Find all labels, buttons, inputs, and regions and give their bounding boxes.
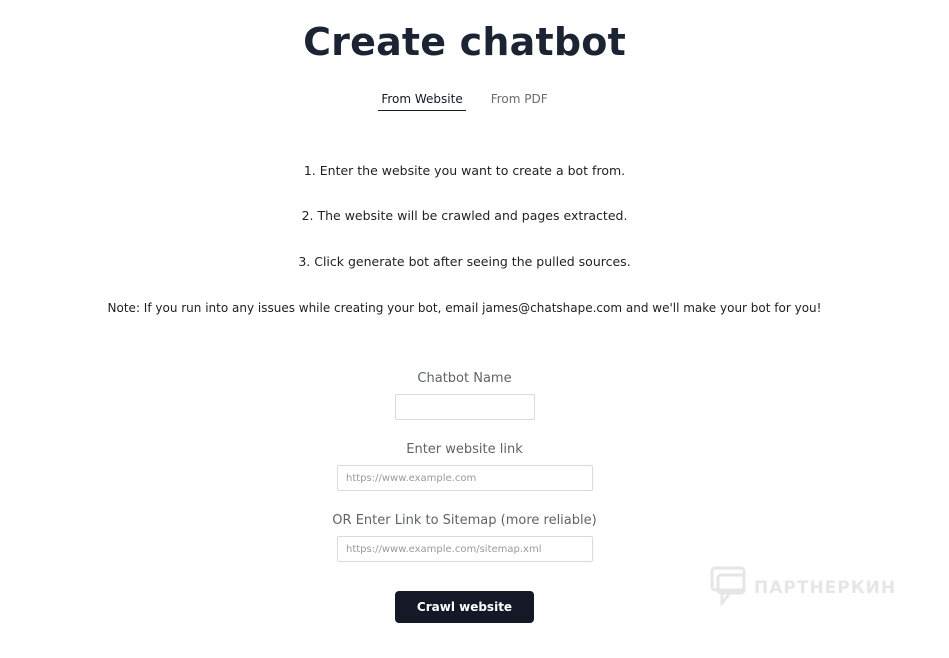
- tab-from-website[interactable]: From Website: [378, 90, 466, 111]
- page-title: Create chatbot: [303, 20, 626, 64]
- chatbot-name-input[interactable]: [395, 394, 535, 420]
- website-link-input[interactable]: [337, 465, 593, 491]
- support-note: Note: If you run into any issues while c…: [107, 301, 822, 315]
- watermark-text: ПАРТНЕРКИН: [754, 578, 897, 598]
- sitemap-link-label: OR Enter Link to Sitemap (more reliable): [332, 513, 597, 528]
- sitemap-link-input[interactable]: [337, 536, 593, 562]
- crawl-website-button[interactable]: Crawl website: [395, 591, 534, 623]
- instruction-step-3: 3. Click generate bot after seeing the p…: [298, 254, 631, 269]
- create-chatbot-page: Create chatbot From Website From PDF 1. …: [0, 0, 949, 658]
- website-link-label: Enter website link: [406, 442, 523, 457]
- instruction-step-1: 1. Enter the website you want to create …: [303, 163, 626, 178]
- instruction-step-2: 2. The website will be crawled and pages…: [301, 208, 628, 223]
- chatbot-name-label: Chatbot Name: [417, 371, 512, 386]
- tab-from-pdf[interactable]: From PDF: [488, 90, 551, 111]
- source-tabs: From Website From PDF: [0, 90, 929, 111]
- chat-bubble-icon: [710, 566, 746, 610]
- watermark: ПАРТНЕРКИН: [710, 566, 896, 610]
